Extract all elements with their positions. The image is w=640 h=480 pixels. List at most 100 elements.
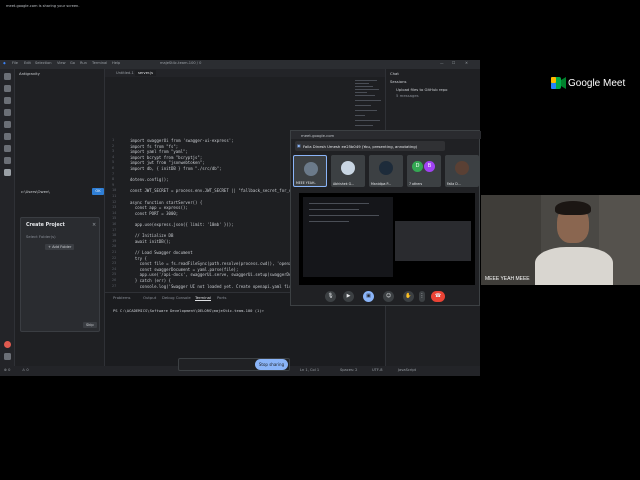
present-icon[interactable]: ▣ bbox=[363, 291, 374, 302]
call-controls: 🎙 ▶ ▣ ☺ ✋ ⋮ ☎ bbox=[291, 287, 481, 307]
sessions-label: Sessions bbox=[390, 79, 407, 84]
participant-avatar bbox=[379, 161, 393, 175]
participant-tile[interactable]: Falla D... bbox=[445, 155, 479, 187]
chat-session-title[interactable]: Upload files to GitHub repo bbox=[396, 87, 447, 92]
google-meet-logo-icon bbox=[551, 77, 566, 89]
line-number: 27 bbox=[112, 283, 117, 288]
line-number: 8 bbox=[112, 177, 115, 182]
code-line[interactable]: app.use(express.json({ limit: '10mb' }))… bbox=[130, 222, 234, 227]
participant-avatar bbox=[455, 161, 469, 175]
line-number: 19 bbox=[112, 238, 117, 243]
participant-tile[interactable]: Manidipa P... bbox=[369, 155, 403, 187]
mic-icon[interactable]: 🎙 bbox=[325, 291, 336, 302]
line-number: 24 bbox=[112, 266, 117, 271]
line-number: 25 bbox=[112, 272, 117, 277]
line-number: 20 bbox=[112, 244, 117, 249]
code-line[interactable]: async function startServer() { bbox=[130, 200, 202, 205]
maximize-icon[interactable]: ☐ bbox=[452, 61, 455, 65]
line-number: 4 bbox=[112, 154, 115, 159]
present-indicator-icon: ▣ bbox=[297, 143, 301, 148]
participant-tile[interactable]: MEEE YEAH.. bbox=[293, 155, 327, 187]
code-line[interactable]: import jwt from "jsonwebtoken"; bbox=[130, 160, 205, 165]
status-encoding[interactable]: UTF-8 bbox=[372, 368, 382, 372]
participant-tile[interactable]: Abhishek G... bbox=[331, 155, 365, 187]
line-number: 1 bbox=[112, 138, 115, 142]
tab-problems[interactable]: Problems bbox=[113, 295, 131, 300]
tab-ports[interactable]: Ports bbox=[217, 295, 227, 300]
raise-hand-icon[interactable]: ✋ bbox=[403, 291, 414, 302]
line-number: 22 bbox=[112, 255, 117, 260]
presentation-stage bbox=[299, 193, 475, 285]
status-errors[interactable]: ⊗ 0 bbox=[4, 368, 10, 372]
line-number: 10 bbox=[112, 188, 117, 193]
stop-sharing-button[interactable]: Stop sharing bbox=[255, 359, 288, 370]
more-icon[interactable]: ⋮ bbox=[419, 291, 425, 302]
terminal-prompt[interactable]: PS C:\ACADEMICS\Software Development\DEL… bbox=[113, 308, 264, 313]
self-name-label: MEEE YEAH MEEE bbox=[485, 276, 530, 282]
status-warnings[interactable]: ⚠ 0 bbox=[22, 368, 29, 372]
line-number: 11 bbox=[112, 194, 117, 198]
tab-output[interactable]: Output bbox=[143, 295, 156, 300]
participant-name: Manidipa P... bbox=[371, 182, 391, 186]
line-number: 3 bbox=[112, 149, 115, 154]
line-number: 16 bbox=[112, 222, 117, 226]
line-number: 7 bbox=[112, 171, 115, 176]
code-line[interactable]: // Load Swagger document bbox=[130, 250, 193, 255]
code-line[interactable]: import swaggerUi from 'swagger-ui-expres… bbox=[130, 138, 234, 143]
line-number: 9 bbox=[112, 182, 115, 187]
camera-icon[interactable]: ▶ bbox=[343, 291, 354, 302]
popup-url: meet.google.com bbox=[301, 132, 335, 138]
line-number: 21 bbox=[112, 250, 117, 254]
code-line[interactable]: console.log('Swagger UI not loaded yet. … bbox=[130, 284, 290, 289]
code-line[interactable]: import yaml from "yaml"; bbox=[130, 149, 188, 154]
line-number: 12 bbox=[112, 199, 117, 204]
tab-terminal[interactable]: Terminal bbox=[195, 295, 212, 301]
chat-session-sub: 5 messages bbox=[396, 93, 419, 98]
presenter-banner-text: Falla Dinesh Umesh ee25b049 (You, presen… bbox=[303, 143, 418, 149]
others-badge: B bbox=[424, 161, 435, 172]
participant-avatar bbox=[304, 162, 318, 176]
status-position[interactable]: Ln 1, Col 1 bbox=[300, 368, 319, 372]
status-language[interactable]: JavaScript bbox=[398, 368, 416, 372]
code-line[interactable]: dotenv.config(); bbox=[130, 177, 169, 182]
line-number: 13 bbox=[112, 205, 117, 210]
line-number: 15 bbox=[112, 216, 117, 221]
self-video-tile[interactable] bbox=[481, 195, 640, 285]
code-line[interactable]: } catch (err) { bbox=[130, 278, 171, 283]
video-background bbox=[481, 195, 541, 285]
emoji-icon[interactable]: ☺ bbox=[383, 291, 394, 302]
self-hair bbox=[555, 201, 591, 215]
participant-name: Falla D... bbox=[447, 182, 461, 186]
others-badge: D bbox=[412, 161, 423, 172]
code-line[interactable]: import db, { initDB } from "./src/db"; bbox=[130, 166, 222, 171]
line-number: 23 bbox=[112, 261, 117, 266]
code-line[interactable]: const swaggerDocument = yaml.parse(file)… bbox=[130, 267, 239, 272]
code-line[interactable]: app.use('/api-docs', swaggerUi.serve, sw… bbox=[130, 272, 290, 277]
code-line[interactable]: import fs from "fs"; bbox=[130, 144, 178, 149]
line-number: 14 bbox=[112, 210, 117, 215]
code-line[interactable]: // Initialize DB bbox=[130, 233, 174, 238]
code-line[interactable]: const JWT_SECRET = process.env.JWT_SECRE… bbox=[130, 188, 290, 193]
google-meet-wordmark: Google Meet bbox=[568, 78, 626, 89]
others-tile[interactable]: D B 7 others bbox=[407, 155, 441, 187]
close-window-icon[interactable]: ✕ bbox=[465, 61, 468, 65]
code-line[interactable]: const PORT = 3000; bbox=[130, 211, 178, 216]
status-spaces[interactable]: Spaces: 2 bbox=[340, 368, 357, 372]
code-line[interactable]: await initDB(); bbox=[130, 239, 171, 244]
participant-name: MEEE YEAH.. bbox=[296, 181, 317, 185]
code-line[interactable]: try { bbox=[130, 256, 147, 261]
line-number: 2 bbox=[112, 143, 115, 148]
line-number: 18 bbox=[112, 233, 117, 238]
code-line[interactable]: const app = express(); bbox=[130, 205, 188, 210]
nested-meet-popup bbox=[395, 221, 471, 261]
minimize-icon[interactable]: — bbox=[440, 61, 444, 65]
tab-debug-console[interactable]: Debug Console bbox=[162, 295, 191, 300]
line-number: 26 bbox=[112, 278, 117, 282]
code-line[interactable]: import bcrypt from "bcryptjs"; bbox=[130, 155, 202, 160]
end-call-icon[interactable]: ☎ bbox=[431, 291, 445, 302]
minimap[interactable] bbox=[355, 78, 385, 138]
self-shirt bbox=[535, 247, 613, 285]
chat-header: Chat bbox=[390, 71, 399, 76]
line-number: 17 bbox=[112, 227, 117, 232]
participant-name: 7 others bbox=[409, 182, 423, 186]
